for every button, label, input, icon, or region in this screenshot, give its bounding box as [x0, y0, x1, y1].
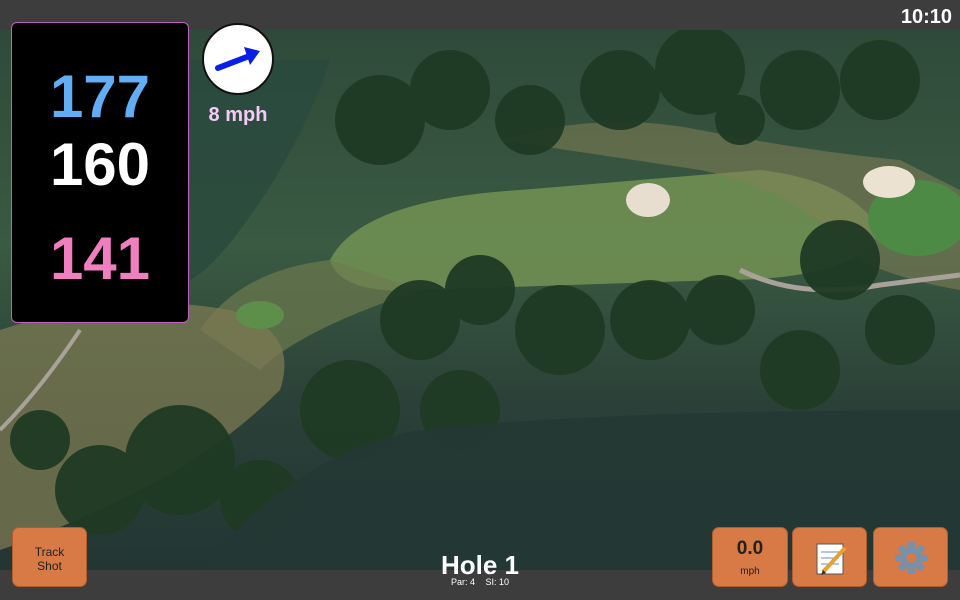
settings-button[interactable]: [873, 527, 948, 587]
notes-button[interactable]: [792, 527, 867, 587]
wind-direction-arrow-icon: [215, 47, 260, 71]
clock: 10:10: [900, 6, 952, 28]
hole-si: SI: 10: [485, 577, 510, 587]
notepad-icon: [816, 543, 847, 575]
hole-info: Par: 4 SI: 10: [380, 577, 580, 587]
hole-par: Par: 4: [450, 577, 475, 587]
distance-middle: 160: [49, 131, 151, 198]
speed-value: 0.0: [736, 538, 764, 559]
distance-back: 177: [49, 63, 151, 130]
track-shot-label-line2: Shot: [37, 559, 62, 573]
gear-icon: [895, 542, 928, 574]
track-shot-button[interactable]: Track Shot: [12, 527, 87, 587]
track-shot-label-line1: Track: [34, 545, 65, 559]
speed-unit: mph: [740, 566, 760, 577]
distance-front: 141: [49, 225, 151, 292]
distance-panel: 177 160 141: [11, 22, 189, 323]
speed-button[interactable]: 0.0 mph: [712, 527, 788, 587]
wind-indicator: [202, 23, 274, 95]
wind-speed-label: 8 mph: [208, 104, 268, 126]
